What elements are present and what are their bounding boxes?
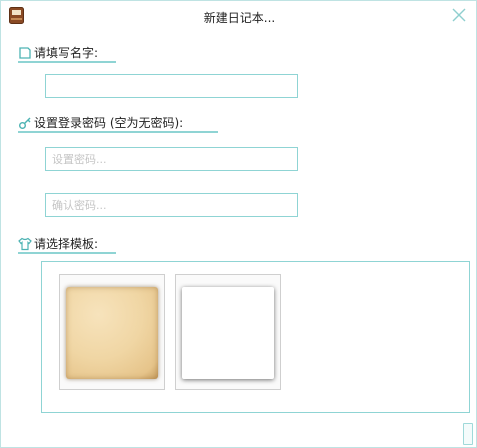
title-bar[interactable]: 新建日记本... xyxy=(1,1,477,33)
white-thumbnail xyxy=(182,287,274,379)
password-input[interactable] xyxy=(45,147,298,171)
key-icon xyxy=(19,117,31,129)
edit-icon xyxy=(19,46,31,59)
password-label: 设置登录密码 (空为无密码): xyxy=(18,114,183,131)
confirm-password-input[interactable] xyxy=(45,193,298,217)
name-label-text: 请填写名字: xyxy=(34,46,99,60)
template-list xyxy=(41,261,470,413)
password-label-underline xyxy=(18,131,218,133)
template-label-underline xyxy=(18,252,116,254)
name-input[interactable] xyxy=(45,74,298,98)
password-label-text: 设置登录密码 (空为无密码): xyxy=(34,116,184,130)
name-label: 请填写名字: xyxy=(18,44,98,61)
white-template[interactable] xyxy=(175,274,281,390)
close-icon[interactable] xyxy=(449,5,469,25)
name-label-underline xyxy=(18,61,116,63)
template-label-text: 请选择模板: xyxy=(34,237,99,251)
template-label: 请选择模板: xyxy=(18,235,98,252)
paper-texture-thumbnail xyxy=(66,287,158,379)
new-notebook-dialog: 新建日记本... 请填写名字: 设置登录密码 (空为无密码): 请选择模板: xyxy=(0,0,477,448)
paper-template[interactable] xyxy=(59,274,165,390)
scrollbar-thumb[interactable] xyxy=(463,423,473,445)
shirt-icon xyxy=(18,237,32,250)
window-title: 新建日记本... xyxy=(203,11,276,25)
